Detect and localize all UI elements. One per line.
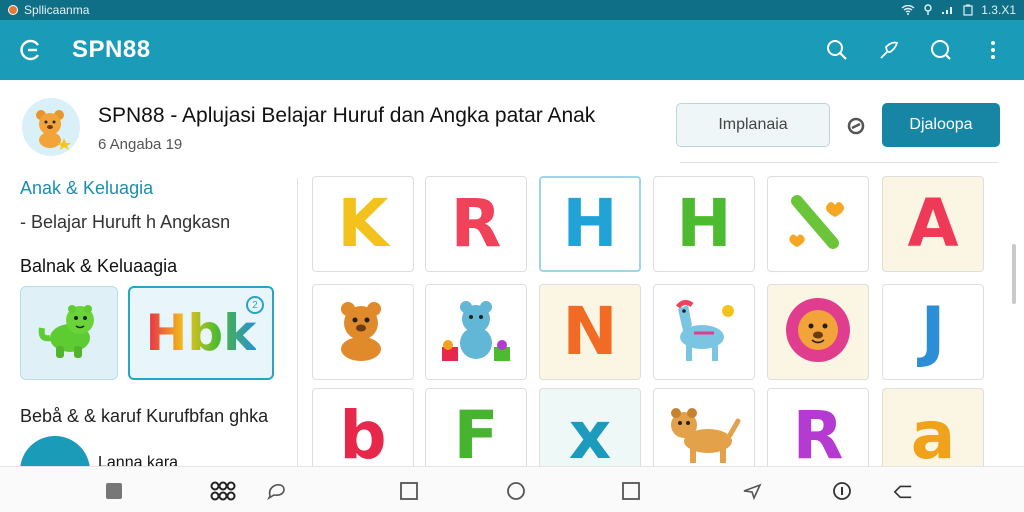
content-grid: KRHHANJbFxRa xyxy=(312,176,1002,466)
dinosaur-icon xyxy=(38,305,94,358)
tile-letter: x xyxy=(568,397,612,467)
tile-bear-blue[interactable] xyxy=(425,284,527,380)
back-arrow-icon[interactable] xyxy=(893,481,913,501)
tile-letter: A xyxy=(907,185,959,262)
info-icon[interactable] xyxy=(832,481,852,501)
horse-icon xyxy=(664,295,744,370)
tile-letter: H xyxy=(676,185,732,262)
bird-icon[interactable] xyxy=(876,37,902,63)
tile-letter: N xyxy=(562,293,618,370)
scrollbar[interactable] xyxy=(1012,244,1016,304)
tile-letter: R xyxy=(792,397,844,467)
more-vert-icon[interactable] xyxy=(980,37,1006,63)
slash-icon xyxy=(783,187,853,262)
square-filled-icon[interactable] xyxy=(104,481,124,501)
sidebar-card-badge: 2 xyxy=(246,296,264,314)
tile-slash[interactable] xyxy=(767,176,869,272)
tile-letter: b xyxy=(339,397,387,467)
app-subtitle: 6 Angaba 19 xyxy=(98,136,183,153)
tile-letter-H[interactable]: H xyxy=(653,176,755,272)
tile-letter-x[interactable]: x xyxy=(539,388,641,466)
status-time: 1.3.X1 xyxy=(981,3,1016,17)
tile-letter-b[interactable]: b xyxy=(312,388,414,466)
bear-icon xyxy=(36,110,71,150)
tile-bear[interactable] xyxy=(312,284,414,380)
bottom-nav xyxy=(0,466,1024,512)
app-status-icon xyxy=(8,5,18,15)
sidebar-divider xyxy=(297,178,298,466)
app-bar-title: SPN88 xyxy=(72,36,151,63)
tile-dog[interactable] xyxy=(653,388,755,466)
search-icon[interactable] xyxy=(824,37,850,63)
bear-blue-icon xyxy=(436,295,516,370)
sidebar-description: - Belajar Huruft h Angkasn xyxy=(20,212,231,232)
sidebar: Anak & Keluagia - Belajar Huruft h Angka… xyxy=(0,170,298,506)
app-header: SPN88 - Aplujasi Belajar Huruf dan Angka… xyxy=(0,80,1024,170)
status-bar: Spllicaanma 1.3.X1 xyxy=(0,0,1024,20)
tile-letter: J xyxy=(920,293,946,370)
location-icon xyxy=(924,4,932,15)
open-button[interactable]: Djaloopa xyxy=(882,103,1000,147)
signal-icon xyxy=(942,7,953,14)
status-app-label: Spllicaanma xyxy=(24,3,90,17)
tile-letter: R xyxy=(450,185,502,262)
link-icon[interactable] xyxy=(846,116,866,136)
back-circle-icon[interactable] xyxy=(18,37,44,63)
app-avatar xyxy=(22,98,80,156)
wifi-icon xyxy=(901,5,915,15)
sidebar-section-heading: Bebå & & karuf Kurufbfan ghka xyxy=(20,406,269,426)
dog-icon xyxy=(664,399,744,467)
tile-letter: a xyxy=(910,397,956,467)
tile-letter-a[interactable]: a xyxy=(882,388,984,466)
send-icon[interactable] xyxy=(742,481,762,501)
tile-letter-H[interactable]: H xyxy=(539,176,641,272)
square-icon[interactable] xyxy=(399,481,419,501)
tile-letter-J[interactable]: J xyxy=(882,284,984,380)
sidebar-card-letters-text: Hbk xyxy=(145,304,257,362)
header-divider xyxy=(680,162,998,163)
tile-letter-N[interactable]: N xyxy=(539,284,641,380)
tile-lion[interactable] xyxy=(767,284,869,380)
tile-letter: F xyxy=(453,397,499,467)
sidebar-card-letters[interactable]: Hbk 2 xyxy=(128,286,274,380)
sidebar-heading: Balnak & Keluaagia xyxy=(20,256,178,276)
lion-icon xyxy=(778,292,858,373)
tile-horse[interactable] xyxy=(653,284,755,380)
tile-letter-K[interactable]: K xyxy=(312,176,414,272)
search-icon[interactable] xyxy=(928,37,954,63)
app-title: SPN88 - Aplujasi Belajar Huruf dan Angka… xyxy=(98,104,596,127)
tile-letter: K xyxy=(337,185,389,262)
sidebar-category-link[interactable]: Anak & Keluagia xyxy=(20,178,153,199)
battery-icon xyxy=(963,4,973,16)
tile-letter-R[interactable]: R xyxy=(425,176,527,272)
circle-icon[interactable] xyxy=(506,481,526,501)
sidebar-card-dino[interactable] xyxy=(20,286,118,380)
square-icon[interactable] xyxy=(621,481,641,501)
apps-grid-icon[interactable] xyxy=(210,481,236,501)
tile-letter-F[interactable]: F xyxy=(425,388,527,466)
install-button[interactable]: Implanaia xyxy=(676,103,830,147)
app-bar: SPN88 xyxy=(0,20,1024,80)
bear-icon xyxy=(326,295,400,370)
tile-letter-A[interactable]: A xyxy=(882,176,984,272)
tile-letter-R[interactable]: R xyxy=(767,388,869,466)
chat-icon[interactable] xyxy=(266,481,286,501)
tile-letter: H xyxy=(562,185,618,262)
